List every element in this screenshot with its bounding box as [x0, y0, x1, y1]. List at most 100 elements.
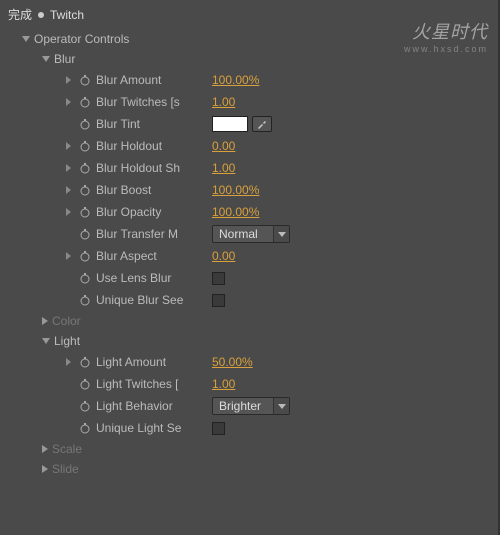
twirl-right-icon	[42, 465, 48, 473]
unique-light-seed-label: Unique Light Se	[96, 421, 206, 435]
stopwatch-icon[interactable]	[78, 355, 92, 369]
eyedropper-button[interactable]	[252, 116, 272, 132]
light-twitches-value[interactable]: 1.00	[212, 377, 235, 391]
stopwatch-icon[interactable]	[78, 161, 92, 175]
light-behavior-dropdown[interactable]: Brighter	[212, 397, 290, 415]
chevron-right-icon	[66, 98, 71, 106]
blur-opacity-label: Blur Opacity	[96, 205, 206, 219]
blur-opacity-value[interactable]: 100.00%	[212, 205, 259, 219]
stopwatch-icon[interactable]	[78, 399, 92, 413]
use-lens-blur-row: Use Lens Blur	[0, 267, 498, 289]
blur-twitches-label: Blur Twitches [s	[96, 95, 206, 109]
twirl-right-icon	[42, 445, 48, 453]
expand-toggle[interactable]	[62, 252, 74, 260]
chevron-right-icon	[66, 358, 71, 366]
unique-blur-seed-checkbox[interactable]	[212, 294, 225, 307]
operator-controls-label: Operator Controls	[34, 32, 129, 46]
dropdown-value: Brighter	[219, 399, 261, 413]
chevron-down-icon	[273, 398, 289, 414]
blur-amount-label: Blur Amount	[96, 73, 206, 87]
light-behavior-label: Light Behavior	[96, 399, 206, 413]
blur-holdout-value[interactable]: 0.00	[212, 139, 235, 153]
light-amount-label: Light Amount	[96, 355, 206, 369]
stopwatch-icon[interactable]	[78, 139, 92, 153]
expand-toggle[interactable]	[62, 358, 74, 366]
chevron-right-icon	[66, 164, 71, 172]
effects-panel: 火星时代 www.hxsd.com 完成 Twitch Operator Con…	[0, 0, 500, 535]
expand-toggle[interactable]	[62, 186, 74, 194]
effect-title: Twitch	[50, 8, 84, 22]
light-twitches-label: Light Twitches [	[96, 377, 206, 391]
blur-label: Blur	[54, 52, 75, 66]
light-amount-row: Light Amount 50.00%	[0, 351, 498, 373]
stopwatch-icon[interactable]	[78, 183, 92, 197]
stopwatch-icon[interactable]	[78, 95, 92, 109]
blur-opacity-row: Blur Opacity 100.00%	[0, 201, 498, 223]
stopwatch-icon[interactable]	[78, 73, 92, 87]
blur-boost-value[interactable]: 100.00%	[212, 183, 259, 197]
bullet-icon	[38, 12, 44, 18]
expand-toggle[interactable]	[62, 98, 74, 106]
expand-toggle[interactable]	[62, 164, 74, 172]
blur-tint-label: Blur Tint	[96, 117, 206, 131]
unique-light-seed-checkbox[interactable]	[212, 422, 225, 435]
blur-twitches-row: Blur Twitches [s 1.00	[0, 91, 498, 113]
scale-group[interactable]: Scale	[0, 439, 498, 459]
blur-amount-value[interactable]: 100.00%	[212, 73, 259, 87]
stopwatch-icon[interactable]	[78, 377, 92, 391]
twirl-right-icon	[42, 317, 48, 325]
light-twitches-row: Light Twitches [ 1.00	[0, 373, 498, 395]
chevron-right-icon	[66, 208, 71, 216]
expand-toggle[interactable]	[62, 208, 74, 216]
expand-toggle[interactable]	[62, 76, 74, 84]
chevron-right-icon	[66, 186, 71, 194]
slide-label: Slide	[52, 462, 79, 476]
stopwatch-icon[interactable]	[78, 249, 92, 263]
unique-light-seed-row: Unique Light Se	[0, 417, 498, 439]
unique-blur-seed-row: Unique Blur See	[0, 289, 498, 311]
stopwatch-icon[interactable]	[78, 421, 92, 435]
twirl-down-icon	[42, 338, 50, 344]
stopwatch-icon[interactable]	[78, 271, 92, 285]
color-group[interactable]: Color	[0, 311, 498, 331]
twirl-down-icon	[22, 36, 30, 42]
watermark-url: www.hxsd.com	[404, 44, 488, 54]
blur-boost-label: Blur Boost	[96, 183, 206, 197]
unique-blur-seed-label: Unique Blur See	[96, 293, 206, 307]
chevron-right-icon	[66, 252, 71, 260]
chevron-right-icon	[66, 76, 71, 84]
blur-holdout-label: Blur Holdout	[96, 139, 206, 153]
stopwatch-icon[interactable]	[78, 117, 92, 131]
blur-aspect-label: Blur Aspect	[96, 249, 206, 263]
blur-aspect-row: Blur Aspect 0.00	[0, 245, 498, 267]
comp-prefix: 完成	[8, 6, 32, 23]
blur-holdout-sh-value[interactable]: 1.00	[212, 161, 235, 175]
blur-transfer-row: Blur Transfer M Normal	[0, 223, 498, 245]
blur-transfer-dropdown[interactable]: Normal	[212, 225, 290, 243]
slide-group[interactable]: Slide	[0, 459, 498, 479]
light-group[interactable]: Light	[0, 331, 498, 351]
stopwatch-icon[interactable]	[78, 227, 92, 241]
expand-toggle[interactable]	[62, 142, 74, 150]
use-lens-blur-checkbox[interactable]	[212, 272, 225, 285]
blur-boost-row: Blur Boost 100.00%	[0, 179, 498, 201]
blur-twitches-value[interactable]: 1.00	[212, 95, 235, 109]
blur-holdout-sh-label: Blur Holdout Sh	[96, 161, 206, 175]
use-lens-blur-label: Use Lens Blur	[96, 271, 206, 285]
stopwatch-icon[interactable]	[78, 205, 92, 219]
chevron-down-icon	[273, 226, 289, 242]
blur-holdout-sh-row: Blur Holdout Sh 1.00	[0, 157, 498, 179]
dropdown-value: Normal	[219, 227, 258, 241]
twirl-down-icon	[42, 56, 50, 62]
blur-amount-row: Blur Amount 100.00%	[0, 69, 498, 91]
watermark: 火星时代 www.hxsd.com	[404, 18, 488, 54]
color-swatch[interactable]	[212, 116, 248, 132]
stopwatch-icon[interactable]	[78, 293, 92, 307]
scale-label: Scale	[52, 442, 82, 456]
blur-tint-row: Blur Tint	[0, 113, 498, 135]
chevron-right-icon	[66, 142, 71, 150]
color-label: Color	[52, 314, 81, 328]
blur-aspect-value[interactable]: 0.00	[212, 249, 235, 263]
light-amount-value[interactable]: 50.00%	[212, 355, 253, 369]
watermark-brand: 火星时代	[404, 18, 488, 44]
